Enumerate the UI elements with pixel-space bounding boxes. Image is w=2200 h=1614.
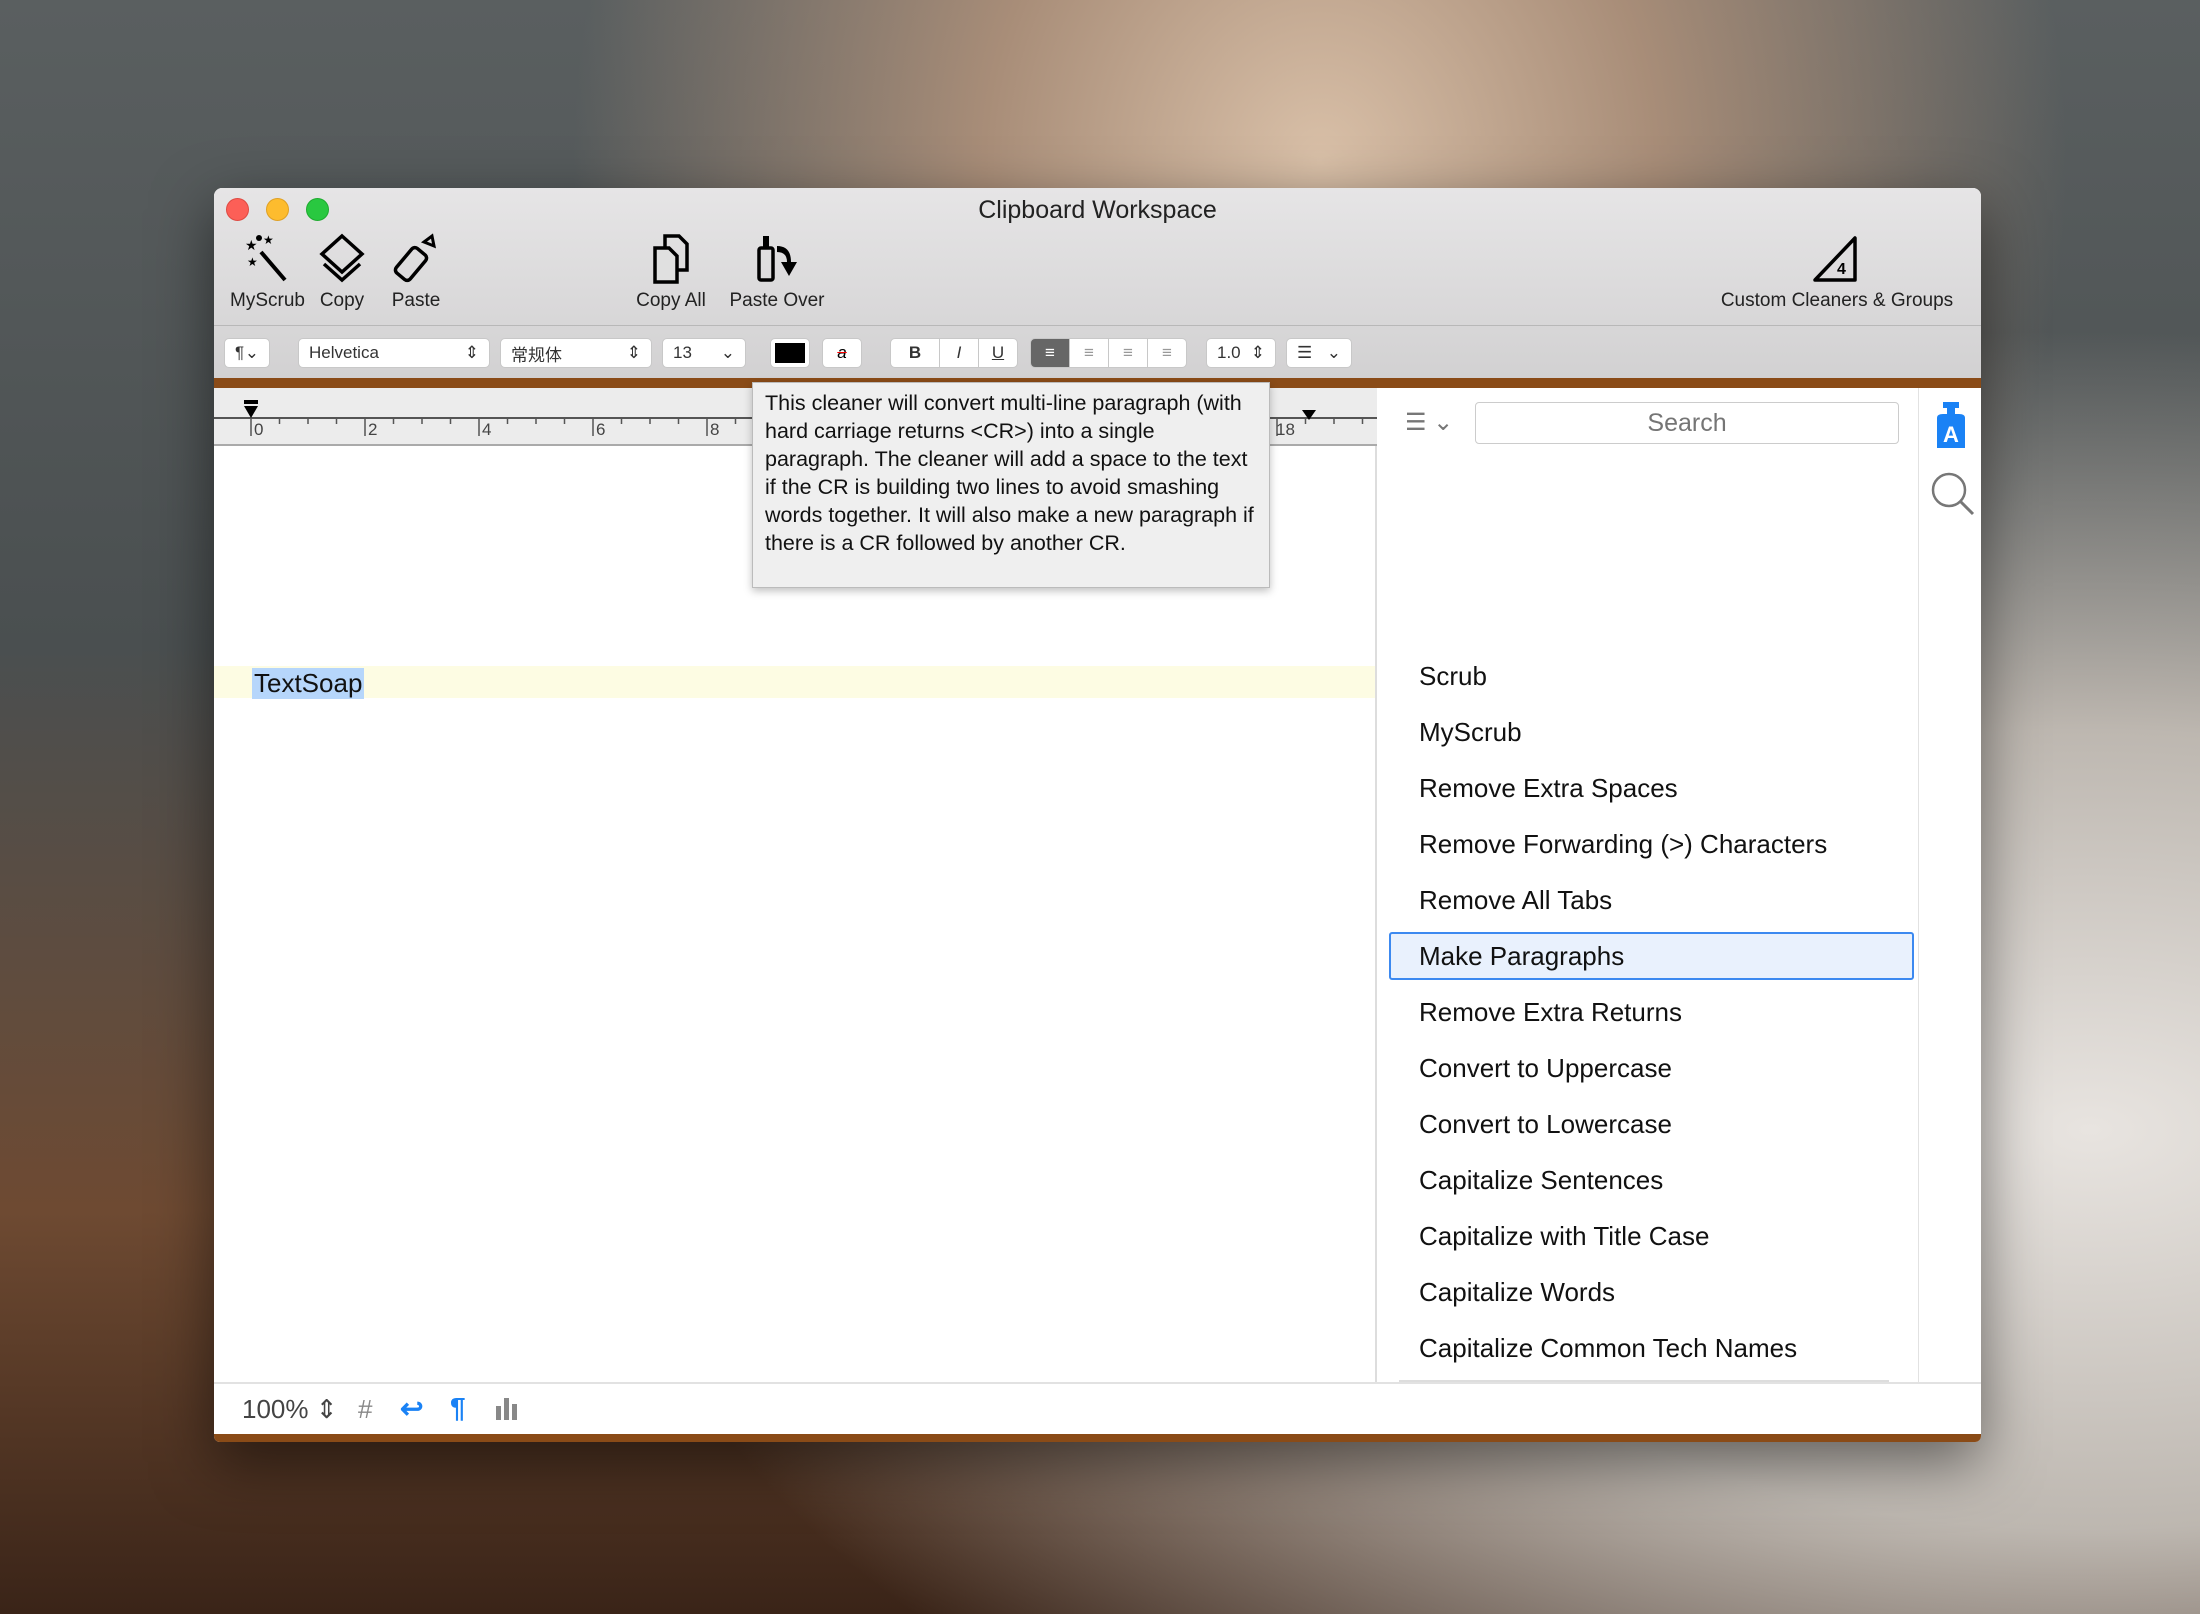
- font-family-select[interactable]: Helvetica ⇕: [298, 338, 490, 368]
- cleaner-item[interactable]: Capitalize with Title Case: [1389, 1212, 1914, 1260]
- list-icon: ☰: [1297, 343, 1313, 362]
- paste-over-label: Paste Over: [729, 290, 825, 311]
- align-left-button[interactable]: ≡: [1030, 338, 1070, 368]
- selected-text[interactable]: TextSoap: [252, 668, 365, 699]
- search-icon[interactable]: [1929, 470, 1975, 516]
- italic-button[interactable]: I: [939, 338, 979, 368]
- align-left-icon: ≡: [1045, 343, 1055, 362]
- copy-button[interactable]: Copy: [292, 232, 392, 312]
- svg-text:4: 4: [1837, 261, 1846, 278]
- cleaner-item[interactable]: Convert to Uppercase: [1389, 1044, 1914, 1092]
- justify-icon: ≡: [1162, 343, 1172, 362]
- svg-text:★: ★: [247, 255, 258, 269]
- ruler-label: 4: [482, 420, 492, 439]
- format-bar: ¶ ⌄ Helvetica ⇕ 常规体 ⇕ 13 ⌄ a B I U ≡ ≡ ≡ ≡ 1…: [214, 325, 1981, 378]
- line-spacing-select[interactable]: 1.0 ⇕: [1206, 338, 1276, 368]
- svg-text:★: ★: [245, 237, 258, 253]
- cleaner-item[interactable]: Remove All Tabs: [1389, 876, 1914, 924]
- italic-label: I: [956, 343, 962, 362]
- copy-all-button[interactable]: Copy All: [628, 232, 714, 312]
- chevron-down-icon: ⌄: [1326, 343, 1341, 362]
- chevron-down-icon: ⌄: [720, 343, 735, 362]
- cleaner-item[interactable]: Make Paragraphs: [1389, 932, 1914, 980]
- ruler-label: 0: [254, 420, 264, 439]
- app-window: Clipboard Workspace ★ ★ ★ MyScrub Copy Pas…: [214, 188, 1981, 1442]
- justify-button[interactable]: ≡: [1147, 338, 1187, 368]
- font-size-combo[interactable]: 13 ⌄: [662, 338, 746, 368]
- search-input[interactable]: [1475, 402, 1899, 444]
- zoom-value: 100%: [242, 1394, 309, 1424]
- align-center-icon: ≡: [1084, 343, 1094, 362]
- cleaner-tooltip: This cleaner will convert multi-line par…: [752, 382, 1270, 588]
- font-style-select[interactable]: 常规体 ⇕: [500, 338, 652, 368]
- invisibles-toggle[interactable]: ¶: [450, 1392, 466, 1424]
- bold-label: B: [908, 343, 922, 362]
- zoom-stepper[interactable]: 100% ⇕: [242, 1394, 338, 1425]
- font-style-label: 常规体: [511, 345, 562, 365]
- view-options-dropdown[interactable]: ☰ ⌄: [1405, 408, 1453, 437]
- color-swatch: [775, 343, 805, 363]
- custom-cleaners-button[interactable]: 4 Custom Cleaners & Groups: [1702, 232, 1972, 312]
- statistics-icon[interactable]: [496, 1398, 518, 1420]
- first-line-indent-marker: [244, 406, 258, 418]
- magic-wand-icon: ★ ★ ★: [245, 233, 288, 282]
- custom-cleaners-label: Custom Cleaners & Groups: [1720, 290, 1954, 311]
- window-title: Clipboard Workspace: [978, 196, 1217, 224]
- align-right-icon: ≡: [1123, 343, 1133, 362]
- svg-text:★: ★: [263, 233, 274, 247]
- cleaner-item[interactable]: Capitalize Words: [1389, 1268, 1914, 1316]
- textsoap-bottle-icon[interactable]: A: [1933, 402, 1969, 448]
- word-wrap-toggle[interactable]: ↩: [400, 1392, 423, 1425]
- paste-over-icon: [757, 236, 797, 282]
- cleaner-item[interactable]: Remove Forwarding (>) Characters: [1389, 820, 1914, 868]
- current-line-highlight: [214, 666, 1375, 698]
- titlebar-toolbar: Clipboard Workspace ★ ★ ★ MyScrub Copy Pas…: [214, 188, 1981, 378]
- documents-icon: [653, 234, 689, 284]
- cleaner-item[interactable]: Remove Extra Returns: [1389, 988, 1914, 1036]
- cleaner-item[interactable]: Capitalize Common Tech Names: [1389, 1324, 1914, 1372]
- cleaner-item[interactable]: Remove Extra Spaces: [1389, 764, 1914, 812]
- bold-button[interactable]: B: [890, 338, 940, 368]
- cleaners-panel: ☰ ⌄ Scrub MyScrub Remove Extra Spaces Remov…: [1377, 388, 1918, 1431]
- ruler-label: 6: [596, 420, 606, 439]
- ruler-label: 18: [1276, 420, 1295, 439]
- text-color-well[interactable]: [770, 338, 810, 368]
- up-down-icon: ⇕: [1250, 343, 1265, 362]
- ruler-label: 8: [710, 420, 720, 439]
- copy-all-label: Copy All: [636, 290, 706, 311]
- align-center-button[interactable]: ≡: [1069, 338, 1109, 368]
- status-bar: 100% ⇕ # ↩ ¶: [214, 1382, 1981, 1434]
- chevron-down-icon: ⌄: [244, 343, 259, 362]
- glue-bottle-icon: [393, 233, 437, 283]
- cleaner-item[interactable]: Scrub: [1389, 652, 1914, 700]
- font-label: Helvetica: [309, 343, 379, 362]
- line-numbers-toggle[interactable]: #: [358, 1394, 372, 1425]
- paragraph-label: ¶: [235, 343, 245, 362]
- svg-text:A: A: [1943, 422, 1959, 447]
- set-square-icon: 4: [1813, 236, 1857, 282]
- underline-button[interactable]: U: [978, 338, 1018, 368]
- up-down-icon: ⇕: [464, 343, 479, 362]
- paste-over-button[interactable]: Paste Over: [722, 232, 832, 312]
- paste-button[interactable]: Paste: [380, 232, 452, 312]
- cleaner-item[interactable]: MyScrub: [1389, 708, 1914, 756]
- cleaner-item[interactable]: Capitalize Sentences: [1389, 1156, 1914, 1204]
- copy-layers-icon: [319, 233, 365, 283]
- line-spacing-value: 1.0: [1217, 343, 1241, 362]
- font-size-value: 13: [673, 343, 692, 362]
- highlight-color-well[interactable]: a: [822, 338, 862, 368]
- ruler-label: 2: [368, 420, 378, 439]
- underline-label: U: [991, 343, 1005, 362]
- paragraph-style-dropdown[interactable]: ¶ ⌄: [224, 338, 270, 368]
- align-right-button[interactable]: ≡: [1108, 338, 1148, 368]
- side-icon-bar: A: [1918, 388, 1981, 1382]
- list-style-dropdown[interactable]: ☰ ⌄: [1286, 338, 1352, 368]
- copy-label: Copy: [319, 290, 365, 311]
- cleaner-item[interactable]: Convert to Lowercase: [1389, 1100, 1914, 1148]
- up-down-icon: ⇕: [626, 343, 641, 362]
- paste-label: Paste: [391, 290, 441, 311]
- left-indent-marker: [244, 400, 258, 404]
- no-highlight-icon: a: [837, 343, 847, 362]
- brand-stripe-bottom: [214, 1434, 1981, 1442]
